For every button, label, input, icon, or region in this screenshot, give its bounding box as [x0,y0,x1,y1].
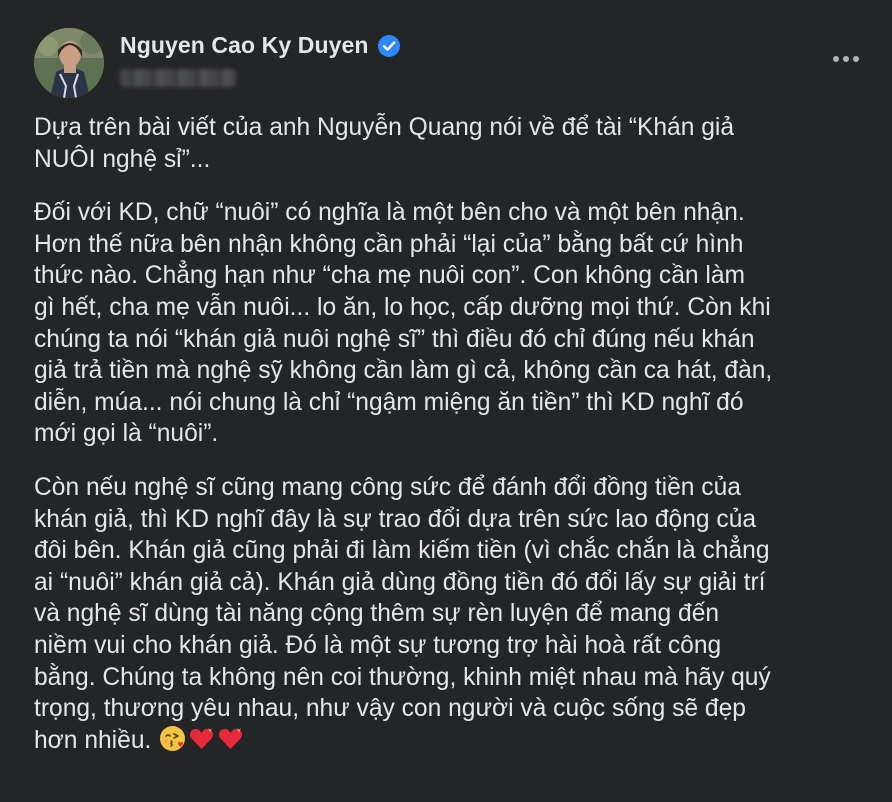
more-dot [843,56,849,62]
post-card: Nguyen Cao Ky Duyen Dựa trên bài viết củ… [0,0,892,802]
more-dot [833,56,839,62]
author-block: Nguyen Cao Ky Duyen [120,32,401,87]
closing-emojis [159,725,244,752]
post-body: Dựa trên bài viết của anh Nguyễn Quang n… [34,112,864,756]
heart-emoji-icon [217,725,244,752]
more-options-icon[interactable] [826,44,866,74]
author-name[interactable]: Nguyen Cao Ky Duyen [120,32,369,59]
kiss-emoji-icon [159,725,186,752]
post-paragraph: Dựa trên bài viết của anh Nguyễn Quang n… [34,114,735,173]
post-paragraph: Đối với KD, chữ “nuôi” có nghĩa là một b… [34,199,773,448]
post-paragraph-text: Còn nếu nghệ sĩ cũng mang công sức để đá… [34,473,771,754]
more-dot [853,56,859,62]
heart-emoji-icon [188,725,215,752]
avatar-photo [34,28,104,98]
author-avatar[interactable] [34,28,104,98]
post-header: Nguyen Cao Ky Duyen [34,28,866,100]
verified-badge-icon [377,34,401,58]
author-row: Nguyen Cao Ky Duyen [120,32,401,59]
post-paragraph-last: Còn nếu nghệ sĩ cũng mang công sức để đá… [34,472,864,756]
post-meta-blurred[interactable] [120,69,236,87]
